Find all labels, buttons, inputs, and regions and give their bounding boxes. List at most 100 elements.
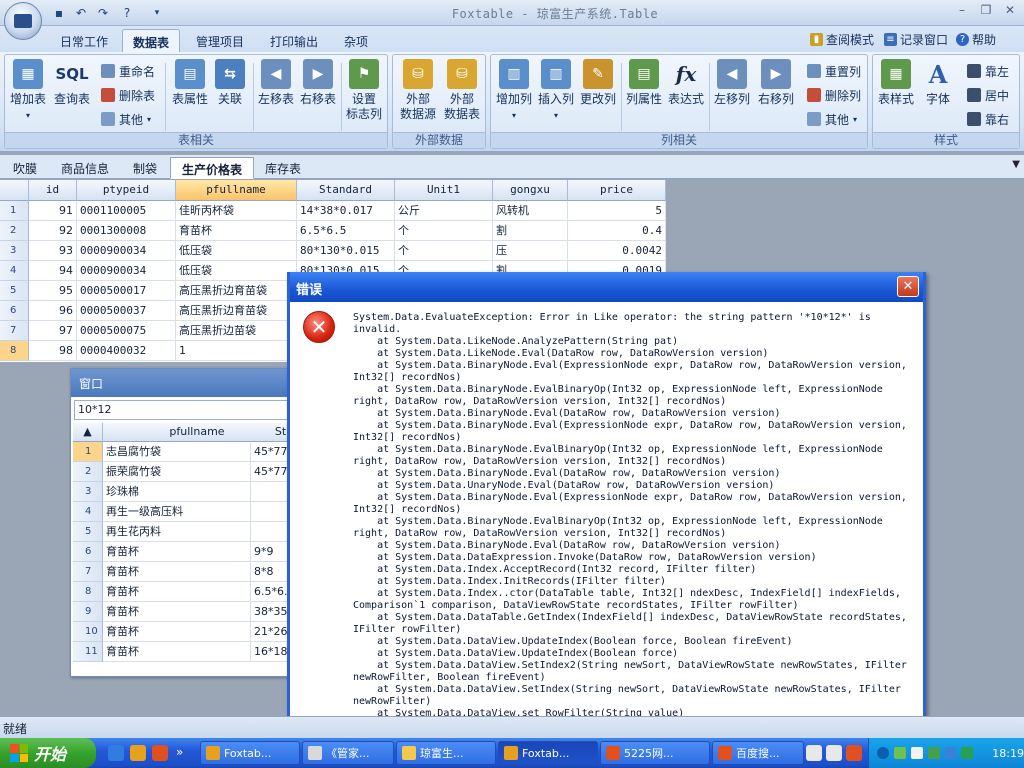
start-button[interactable]: 开始 bbox=[0, 738, 96, 768]
task-foxtable-2[interactable]: Foxtab... bbox=[498, 741, 598, 765]
sub-cell-pfullname[interactable]: 振荣腐竹袋 bbox=[103, 462, 251, 482]
filter-window-title[interactable]: 窗口 bbox=[71, 369, 297, 397]
sub-row-header[interactable]: 8 bbox=[73, 582, 103, 602]
row-header[interactable]: 1 bbox=[0, 201, 29, 221]
column-header-standard[interactable]: Standard bbox=[297, 180, 395, 201]
query-table-button[interactable]: SQL 查询表 bbox=[51, 59, 93, 129]
insert-column-button[interactable]: ▥ 插入列 ▾ bbox=[535, 59, 577, 129]
tab-manage-project[interactable]: 管理项目 bbox=[186, 29, 254, 52]
align-left-button[interactable]: 靠左 bbox=[967, 61, 1009, 81]
column-header-unit1[interactable]: Unit1 bbox=[395, 180, 493, 201]
close-icon[interactable]: ✕ bbox=[998, 3, 1022, 21]
error-close-button[interactable]: ✕ bbox=[897, 276, 919, 297]
external-table-button[interactable]: ⛁ 外部 数据表 bbox=[441, 59, 483, 129]
change-column-button[interactable]: ✎ 更改列 bbox=[577, 59, 619, 129]
cell-ptypeid[interactable]: 0000900034 bbox=[77, 261, 176, 281]
column-header-pfullname[interactable]: pfullname bbox=[176, 180, 297, 201]
cell-gongxu[interactable]: 压 bbox=[493, 241, 568, 261]
align-center-button[interactable]: 居中 bbox=[967, 85, 1009, 105]
table-other-button[interactable]: 其他 ▾ bbox=[101, 109, 151, 129]
sub-row-header[interactable]: 3 bbox=[73, 482, 103, 502]
doc-tab-inventory[interactable]: 库存表 bbox=[254, 157, 312, 179]
relations-button[interactable]: ⇆ 关联 bbox=[209, 59, 251, 129]
cell-ptypeid[interactable]: 0000500017 bbox=[77, 281, 176, 301]
grid-corner[interactable] bbox=[0, 180, 29, 201]
restore-icon[interactable]: ❐ bbox=[974, 3, 998, 21]
help-button[interactable]: ? 帮助 bbox=[956, 31, 996, 48]
tab-misc[interactable]: 杂项 bbox=[334, 29, 378, 52]
move-column-right-button[interactable]: ▶ 右移列 bbox=[755, 59, 797, 129]
move-column-left-button[interactable]: ◀ 左移列 bbox=[711, 59, 753, 129]
doc-tab-blown-film[interactable]: 吹膜 bbox=[2, 157, 48, 179]
rename-table-button[interactable]: 重命名 bbox=[101, 61, 155, 81]
cell-unit1[interactable]: 个 bbox=[395, 241, 493, 261]
doc-tab-bag-making[interactable]: 制袋 bbox=[122, 157, 168, 179]
set-flag-column-button[interactable]: ⚑ 设置 标志列 bbox=[343, 59, 385, 129]
cell-id[interactable]: 95 bbox=[29, 281, 77, 301]
tab-print-output[interactable]: 打印输出 bbox=[260, 29, 328, 52]
tabs-dropdown-icon[interactable]: ▼ bbox=[1012, 159, 1020, 170]
font-button[interactable]: A 字体 bbox=[917, 59, 959, 129]
tab-data-table[interactable]: 数据表 bbox=[122, 29, 181, 52]
delete-table-button[interactable]: 删除表 bbox=[101, 85, 155, 105]
move-table-left-button[interactable]: ◀ 左移表 bbox=[255, 59, 297, 129]
column-header-price[interactable]: price bbox=[568, 180, 666, 201]
cell-id[interactable]: 91 bbox=[29, 201, 77, 221]
row-header[interactable]: 2 bbox=[0, 221, 29, 241]
cell-gongxu[interactable]: 割 bbox=[493, 221, 568, 241]
cell-unit1[interactable]: 个 bbox=[395, 221, 493, 241]
network-icon[interactable] bbox=[893, 747, 906, 759]
doc-tab-product-info[interactable]: 商品信息 bbox=[50, 157, 120, 179]
task-baidu[interactable]: 百度搜... bbox=[712, 741, 804, 765]
sub-cell-pfullname[interactable]: 再生花丙料 bbox=[103, 522, 251, 542]
sub-row-header[interactable]: 11 bbox=[73, 642, 103, 662]
cell-gongxu[interactable]: 风转机 bbox=[493, 201, 568, 221]
column-header-id[interactable]: id bbox=[29, 180, 77, 201]
cell-id[interactable]: 93 bbox=[29, 241, 77, 261]
doc-tab-price-table[interactable]: 生产价格表 bbox=[170, 157, 255, 179]
sub-cell-pfullname[interactable]: 再生一级高压料 bbox=[103, 502, 251, 522]
security-icon[interactable] bbox=[927, 747, 940, 759]
ie-icon[interactable] bbox=[108, 745, 124, 761]
cell-pfullname[interactable]: 高压黑折边苗袋 bbox=[176, 321, 297, 341]
view-mode-button[interactable]: ▮ 查阅模式 bbox=[810, 31, 874, 48]
task-guanjia[interactable]: 《管家... bbox=[302, 741, 394, 765]
cell-standard[interactable]: 6.5*6.5 bbox=[297, 221, 395, 241]
cell-pfullname[interactable]: 低压袋 bbox=[176, 241, 297, 261]
sub-cell-pfullname[interactable]: 育苗杯 bbox=[103, 562, 251, 582]
table-props-button[interactable]: ▤ 表属性 bbox=[169, 59, 211, 129]
sub-cell-pfullname[interactable]: 育苗杯 bbox=[103, 542, 251, 562]
sub-row-header[interactable]: 2 bbox=[73, 462, 103, 482]
row-header[interactable]: 7 bbox=[0, 321, 29, 341]
cell-price[interactable]: 0.0042 bbox=[568, 241, 666, 261]
input-method-icon[interactable] bbox=[846, 745, 862, 761]
sub-cell-pfullname[interactable]: 珍珠棉 bbox=[103, 482, 251, 502]
sub-row-header[interactable]: 5 bbox=[73, 522, 103, 542]
external-source-button[interactable]: ⛁ 外部 数据源 bbox=[397, 59, 439, 129]
cell-pfullname[interactable]: 低压袋 bbox=[176, 261, 297, 281]
cell-ptypeid[interactable]: 0001100005 bbox=[77, 201, 176, 221]
column-other-button[interactable]: 其他 ▾ bbox=[807, 109, 857, 129]
cell-unit1[interactable]: 公斤 bbox=[395, 201, 493, 221]
task-qiongfu[interactable]: 琼富生... bbox=[396, 741, 496, 765]
sub-cell-pfullname[interactable]: 志昌腐竹袋 bbox=[103, 442, 251, 462]
sub-row-header[interactable]: 7 bbox=[73, 562, 103, 582]
sub-row-header[interactable]: 6 bbox=[73, 542, 103, 562]
record-window-button[interactable]: ≡ 记录窗口 bbox=[884, 31, 948, 48]
app-menu-button[interactable] bbox=[4, 2, 42, 40]
reset-column-button[interactable]: 重置列 bbox=[807, 61, 861, 81]
task-foxtable-1[interactable]: Foxtab... bbox=[200, 741, 300, 765]
cell-ptypeid[interactable]: 0000500075 bbox=[77, 321, 176, 341]
cell-ptypeid[interactable]: 0000900034 bbox=[77, 241, 176, 261]
row-header[interactable]: 8 bbox=[0, 341, 29, 361]
add-table-button[interactable]: ▦ 增加表 ▾ bbox=[7, 59, 49, 129]
sub-row-header[interactable]: 10 bbox=[73, 622, 103, 642]
cell-id[interactable]: 92 bbox=[29, 221, 77, 241]
cell-ptypeid[interactable]: 0000400032 bbox=[77, 341, 176, 361]
sub-cell-pfullname[interactable]: 育苗杯 bbox=[103, 642, 251, 662]
filter-input[interactable]: 10*12 bbox=[74, 400, 296, 420]
move-table-right-button[interactable]: ▶ 右移表 bbox=[297, 59, 339, 129]
keyboard-icon[interactable] bbox=[806, 745, 822, 761]
cell-price[interactable]: 5 bbox=[568, 201, 666, 221]
sub-cell-pfullname[interactable]: 育苗杯 bbox=[103, 582, 251, 602]
